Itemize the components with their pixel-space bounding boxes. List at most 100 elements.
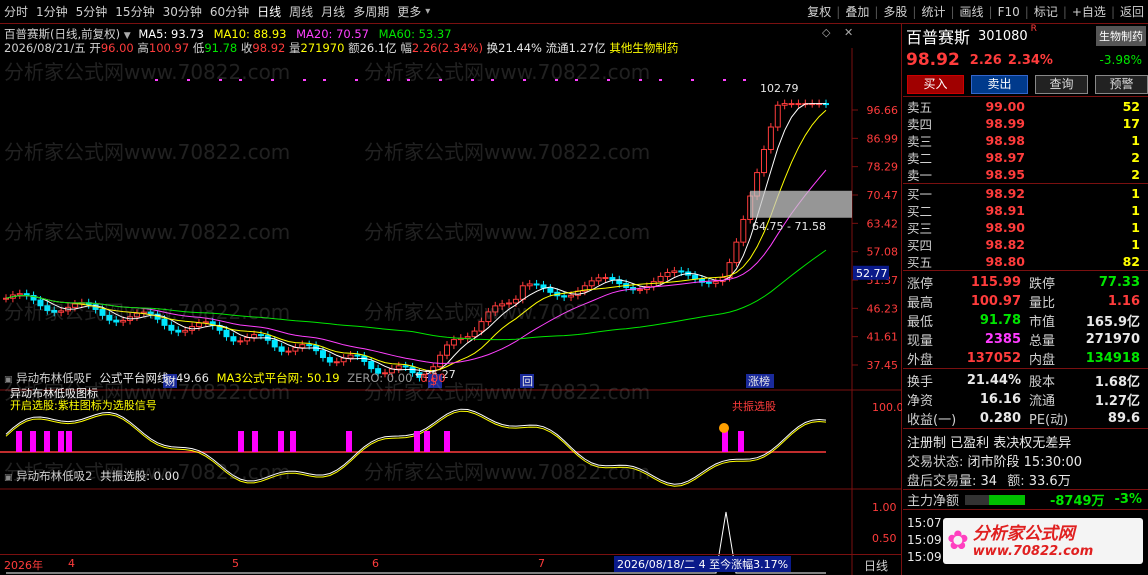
stock-tags: 注册制 已盈利 表决权无差异 <box>907 436 1072 451</box>
signal-dot <box>743 79 746 81</box>
bid-row[interactable]: 买一 98.92 1 <box>903 185 1148 202</box>
candle-body <box>306 344 313 347</box>
bid-row[interactable]: 买三 98.90 1 <box>903 219 1148 236</box>
stat-value: 100.97 <box>970 294 1021 309</box>
tab-1min[interactable]: 1分钟 <box>32 3 72 20</box>
ind1-signal-bar <box>238 431 244 452</box>
ask-label: 卖一 <box>907 168 933 183</box>
candle-body <box>450 339 457 346</box>
candle-body <box>37 299 44 307</box>
candle-body <box>3 297 9 300</box>
ind2-header: ▣ 异动布林低吸2 共振选股: 0.00 <box>4 469 180 483</box>
buy-button[interactable]: 买入 <box>907 74 964 94</box>
ask-row[interactable]: 卖三 98.98 1 <box>903 132 1148 149</box>
stats-button[interactable]: 统计 <box>917 3 949 20</box>
stat-value: 21.44% <box>966 373 1021 388</box>
stat-value: 1.16 <box>1107 294 1140 309</box>
price-pct: 2.34% <box>1007 52 1053 68</box>
tab-more[interactable]: 更多 <box>393 3 425 20</box>
event-marker-hui: 回 <box>522 375 533 388</box>
sell-button[interactable]: 卖出 <box>970 74 1028 94</box>
candle-body <box>402 365 409 368</box>
ask-row[interactable]: 卖四 98.99 17 <box>903 115 1148 132</box>
candle-body <box>292 347 299 352</box>
bid-row[interactable]: 买二 98.91 1 <box>903 202 1148 219</box>
candle-body <box>257 334 264 337</box>
tab-5min[interactable]: 5分钟 <box>72 3 112 20</box>
period-label[interactable]: 日线 <box>864 557 888 574</box>
tab-30min[interactable]: 30分钟 <box>159 3 206 20</box>
stat-row: 最高 100.97 量比 1.16 <box>903 292 1148 311</box>
bid-row[interactable]: 买四 98.82 1 <box>903 236 1148 253</box>
signal-dot <box>555 79 558 81</box>
ask-row[interactable]: 卖二 98.97 2 <box>903 149 1148 166</box>
ind1-axis-label: 100.0 <box>872 401 902 414</box>
bid-volume: 1 <box>1131 220 1140 235</box>
ind1-signal-bar <box>444 431 450 452</box>
alert-button[interactable]: 预警 <box>1094 74 1148 94</box>
candle-body <box>788 103 795 106</box>
ask-row[interactable]: 卖一 98.95 2 <box>903 166 1148 183</box>
candle-body <box>478 321 485 332</box>
candle-body <box>223 329 230 338</box>
mark-button[interactable]: 标记 <box>1030 3 1062 20</box>
f10-button[interactable]: F10 <box>994 5 1024 19</box>
add-watchlist-button[interactable]: +自选 <box>1068 3 1110 20</box>
candle-body <box>767 126 774 151</box>
stat-row: 收益(一) 0.280 PE(动) 89.6 <box>903 409 1148 428</box>
ind1-icon[interactable]: ▣ <box>4 375 13 385</box>
ind1-signal-bar <box>44 431 50 452</box>
ask-volume: 2 <box>1131 167 1140 182</box>
date-axis: 2026年 4 5 6 7 2026/08/18/二 4 至今涨幅3.17% 日… <box>0 554 902 575</box>
tab-multi-period[interactable]: 多周期 <box>349 3 393 20</box>
ask-row[interactable]: 卖五 99.00 52 <box>903 98 1148 115</box>
more-chevron-icon[interactable]: ▾ <box>425 6 430 17</box>
tab-60min[interactable]: 60分钟 <box>206 3 253 20</box>
back-button[interactable]: 返回 <box>1116 3 1148 20</box>
stat-label: PE(动) <box>1029 413 1069 428</box>
candle-body <box>657 275 664 283</box>
candle-body <box>106 314 113 321</box>
stat-label: 市值 <box>1029 315 1056 330</box>
ind1-signal-bar <box>278 431 284 452</box>
query-button[interactable]: 查询 <box>1034 74 1088 94</box>
stat-value: 89.6 <box>1107 411 1140 426</box>
watermark-logo: ✿ 分析家公式网 www.70822.com <box>943 518 1143 564</box>
stat-label: 总量 <box>1029 334 1056 349</box>
draw-button[interactable]: 画线 <box>956 3 988 20</box>
price-axis-label: 46.23 <box>867 302 899 315</box>
price-axis-label: 41.61 <box>867 331 899 344</box>
ind1-header: ▣ 异动布林低吸F 公式平台网线: 49.66 MA3公式平台网: 50.19 … <box>4 371 446 385</box>
ind1-signal-bar <box>722 431 728 452</box>
tab-daily[interactable]: 日线 <box>253 3 285 20</box>
candle-body <box>44 305 51 311</box>
sector-change: -3.98% <box>1099 53 1142 67</box>
stat-value: 165.9亿 <box>1085 315 1140 330</box>
candle-body <box>16 293 23 296</box>
bid-row[interactable]: 买五 98.80 82 <box>903 253 1148 270</box>
price-axis-label: 96.66 <box>867 104 899 117</box>
overlay-button[interactable]: 叠加 <box>841 3 873 20</box>
tab-monthly[interactable]: 月线 <box>317 3 349 20</box>
signal-dot <box>659 79 662 81</box>
candle-body <box>692 274 699 280</box>
candle-body <box>326 357 333 363</box>
tab-weekly[interactable]: 周线 <box>285 3 317 20</box>
stat-row: 最低 91.78 市值 165.9亿 <box>903 311 1148 330</box>
ind1-signal-bar <box>346 431 352 452</box>
ind2-icon[interactable]: ▣ <box>4 473 13 483</box>
price-axis-label: 86.99 <box>867 132 899 145</box>
tab-intraday[interactable]: 分时 <box>0 3 32 20</box>
candle-body <box>705 281 712 284</box>
candlestick-chart[interactable]: 96.6686.9978.2970.4763.4257.0851.3746.23… <box>0 24 902 575</box>
candle-body <box>526 283 533 287</box>
sector-button[interactable]: 生物制药 <box>1096 26 1146 46</box>
candle-body <box>740 218 747 243</box>
stat-value: 137052 <box>966 351 1021 366</box>
candle-body <box>271 339 278 348</box>
ind2-axis-label: 0.50 <box>872 532 897 545</box>
adjust-button[interactable]: 复权 <box>803 3 835 20</box>
multi-stock-button[interactable]: 多股 <box>879 3 911 20</box>
info-block: 注册制 已盈利 表决权无差异 交易状态: 闭市阶段 15:30:00 盘后交易量… <box>903 428 1148 489</box>
tab-15min[interactable]: 15分钟 <box>111 3 158 20</box>
